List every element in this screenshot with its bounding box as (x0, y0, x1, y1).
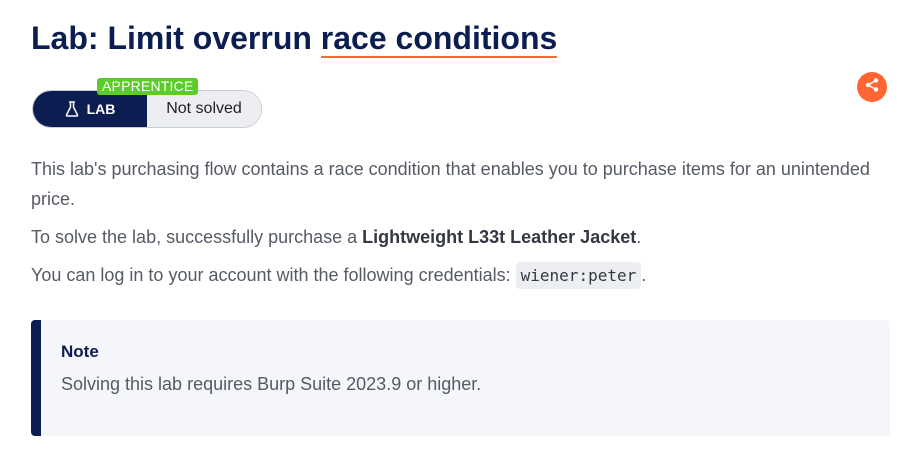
credentials-code: wiener:peter (515, 262, 642, 289)
race-conditions-link[interactable]: race conditions (320, 20, 558, 58)
description-paragraph-2: To solve the lab, successfully purchase … (31, 222, 891, 252)
page-title: Lab: Limit overrun race conditions (31, 18, 558, 58)
status-badge: Not solved (147, 91, 261, 127)
lab-status-widget: LAB Not solved (32, 90, 262, 128)
p2-suffix: . (636, 227, 642, 247)
share-button[interactable] (857, 72, 887, 102)
p3-suffix: . (641, 265, 647, 285)
lab-label-text: LAB (86, 101, 116, 117)
lab-description: This lab's purchasing flow contains a ra… (31, 154, 891, 299)
note-text: Solving this lab requires Burp Suite 202… (61, 374, 482, 394)
target-item-name: Lightweight L33t Leather Jacket (362, 227, 637, 247)
level-badge: APPRENTICE (97, 78, 199, 95)
p3-prefix: You can log in to your account with the … (31, 265, 516, 285)
share-icon (864, 77, 880, 98)
note-title: Note (61, 342, 99, 361)
p2-prefix: To solve the lab, successfully purchase … (31, 227, 363, 247)
title-prefix: Lab: Limit overrun (31, 20, 321, 56)
description-paragraph-1: This lab's purchasing flow contains a ra… (31, 159, 870, 209)
lab-label: LAB (33, 91, 147, 127)
status-text: Not solved (166, 100, 242, 117)
note-box: Note Solving this lab requires Burp Suit… (31, 320, 890, 436)
flask-icon (65, 101, 79, 117)
description-paragraph-3: You can log in to your account with the … (31, 260, 891, 291)
